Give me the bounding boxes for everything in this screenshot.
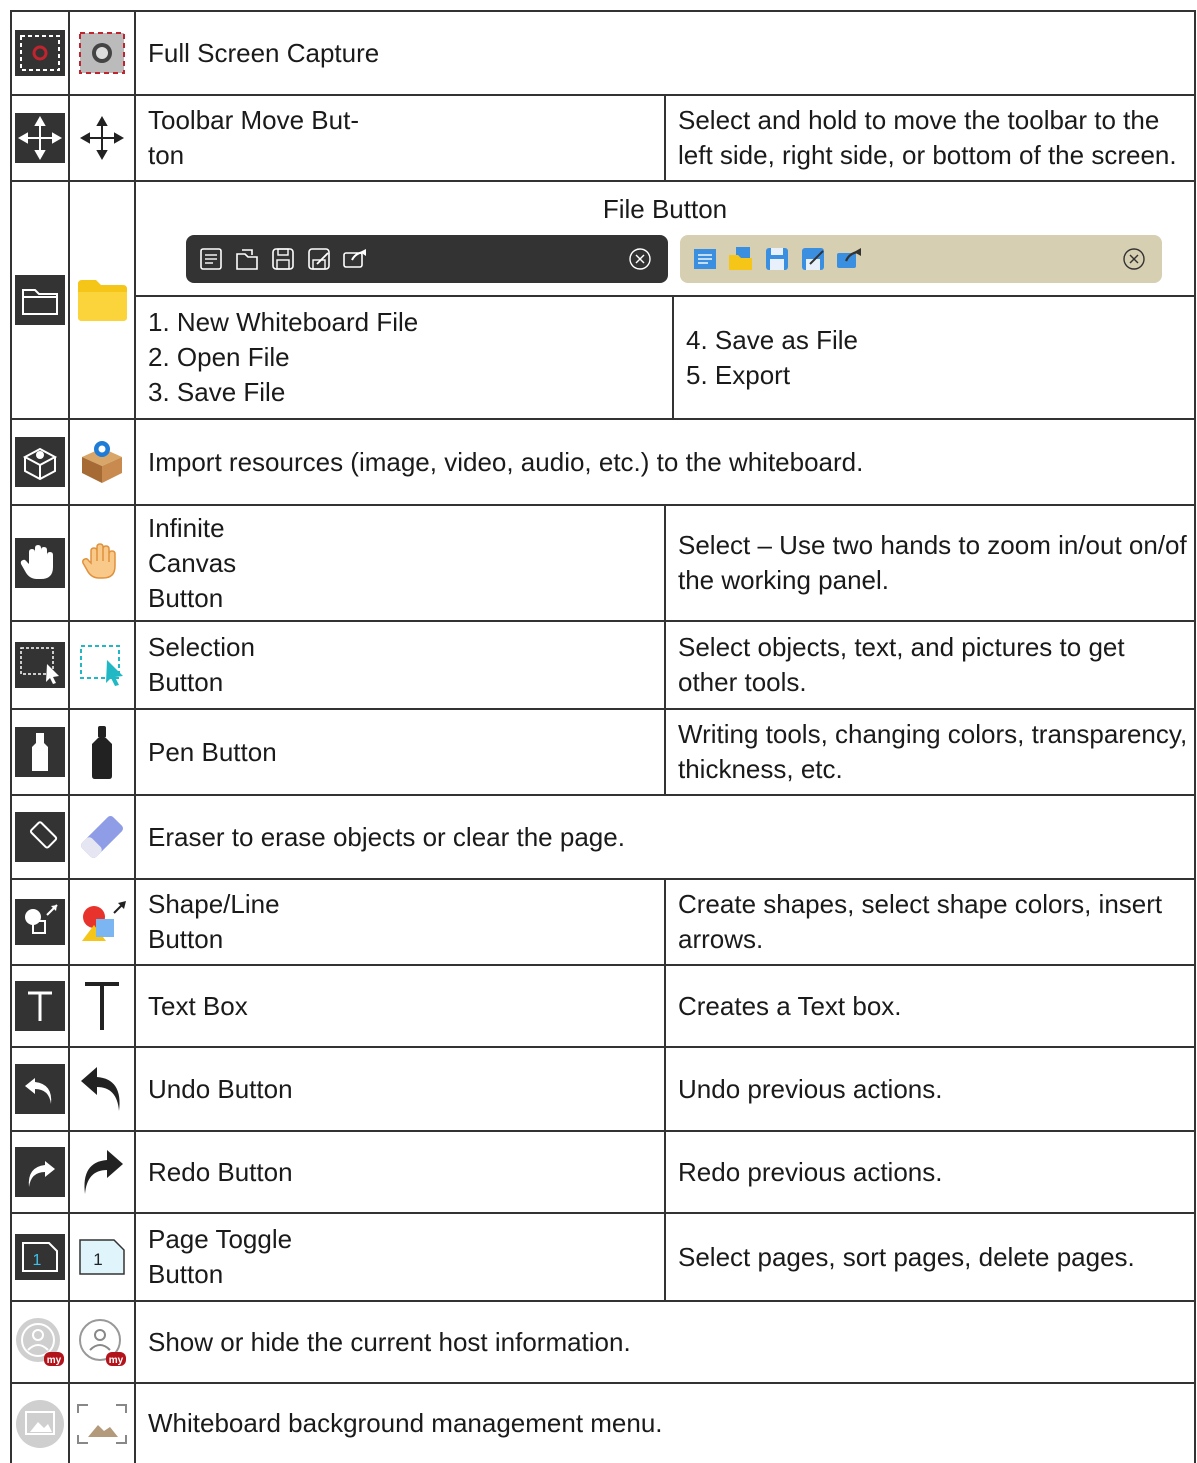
save-icon — [766, 248, 788, 270]
file-list-left: 1. New Whiteboard File 2. Open File 3. S… — [136, 297, 674, 418]
row-name: Pen Button — [135, 709, 666, 796]
open-file-icon — [729, 247, 752, 270]
row-description: Select – Use two hands to zoom in/out on… — [665, 505, 1196, 622]
row-title: Full Screen Capture — [135, 11, 1196, 96]
host-info-dark-icon: my — [11, 1301, 70, 1384]
list-item: 1. New Whiteboard File — [148, 307, 419, 337]
file-list-right: 4. Save as File 5. Export — [674, 297, 1194, 418]
close-icon[interactable] — [1122, 247, 1146, 271]
row-description: Redo previous actions. — [665, 1131, 1196, 1214]
table-row: Whiteboard background management menu. — [11, 1383, 1196, 1463]
row-name: Redo Button — [135, 1131, 666, 1214]
folder-outline-icon — [11, 181, 70, 420]
list-item: 2. Open File — [148, 342, 290, 372]
text-icon — [69, 965, 136, 1048]
open-file-icon — [236, 249, 258, 270]
background-icon — [69, 1383, 136, 1463]
eraser-dark-icon — [11, 795, 70, 880]
pen-icon — [69, 709, 136, 796]
table-row: my my Show or hide the current host info… — [11, 1301, 1196, 1384]
undo-dark-icon — [11, 1047, 70, 1132]
table-row: Undo Button Undo previous actions. — [11, 1047, 1196, 1132]
table-row: Infinite Canvas Button Select – Use two … — [11, 505, 1196, 622]
row-description: Creates a Text box. — [665, 965, 1196, 1048]
row-description: Select pages, sort pages, delete pages. — [665, 1213, 1196, 1302]
table-row: Pen Button Writing tools, changing color… — [11, 709, 1196, 796]
table-row: 1 1 Page Toggle Button Select pages, sor… — [11, 1213, 1196, 1302]
hand-color-icon — [69, 505, 136, 622]
table-row: Full Screen Capture — [11, 11, 1196, 96]
list-item: 5. Export — [686, 359, 791, 390]
page-color-icon: 1 — [69, 1213, 136, 1302]
table-row: Eraser to erase objects or clear the pag… — [11, 795, 1196, 880]
row-description: Select and hold to move the toolbar to t… — [665, 95, 1196, 182]
eraser-color-icon — [69, 795, 136, 880]
row-description: Create shapes, select shape colors, inse… — [665, 879, 1196, 966]
file-toolbar-color — [680, 235, 1162, 283]
svg-text:1: 1 — [93, 1250, 102, 1269]
row-name: Toolbar Move But- ton — [135, 95, 666, 182]
undo-icon — [69, 1047, 136, 1132]
export-icon — [343, 249, 367, 268]
new-file-icon — [200, 248, 222, 270]
svg-text:my: my — [47, 1355, 62, 1366]
move-arrows-dark-icon — [11, 95, 70, 182]
redo-icon — [69, 1131, 136, 1214]
shape-dark-icon — [11, 879, 70, 966]
import-box-color-icon — [69, 419, 136, 506]
text-dark-icon — [11, 965, 70, 1048]
row-name: Shape/Line Button — [135, 879, 666, 966]
background-dark-icon — [11, 1383, 70, 1463]
row-name: Undo Button — [135, 1047, 666, 1132]
row-description: Undo previous actions. — [665, 1047, 1196, 1132]
screen-capture-dark-icon — [11, 11, 70, 96]
table-row: Import resources (image, video, audio, e… — [11, 419, 1196, 506]
row-description: Import resources (image, video, audio, e… — [135, 419, 1196, 506]
folder-yellow-icon — [69, 181, 136, 420]
row-description: Eraser to erase objects or clear the pag… — [135, 795, 1196, 880]
move-arrows-icon — [69, 95, 136, 182]
export-icon — [837, 248, 861, 268]
screen-capture-color-icon — [69, 11, 136, 96]
svg-text:1: 1 — [33, 1252, 42, 1269]
row-name: Text Box — [135, 965, 666, 1048]
shape-color-icon — [69, 879, 136, 966]
host-info-icon: my — [69, 1301, 136, 1384]
save-as-icon — [308, 248, 330, 270]
table-row: Shape/Line Button Create shapes, select … — [11, 879, 1196, 966]
row-name: Page Toggle Button — [135, 1213, 666, 1302]
page-dark-icon: 1 — [11, 1213, 70, 1302]
row-name: Selection Button — [135, 621, 666, 710]
save-icon — [272, 248, 294, 270]
file-toolbar-dark — [186, 235, 668, 283]
table-row: File Button 1. New Whiteboard File 2. Op… — [11, 181, 1196, 420]
file-button-cell: File Button 1. New Whiteboard File 2. Op… — [135, 181, 1196, 420]
row-description: Show or hide the current host informatio… — [135, 1301, 1196, 1384]
list-item: 4. Save as File — [686, 324, 858, 355]
import-box-dark-icon — [11, 419, 70, 506]
row-description: Whiteboard background management menu. — [135, 1383, 1196, 1463]
row-name: Infinite Canvas Button — [135, 505, 666, 622]
row-description: Select objects, text, and pictures to ge… — [665, 621, 1196, 710]
svg-text:my: my — [109, 1355, 124, 1366]
redo-dark-icon — [11, 1131, 70, 1214]
hand-dark-icon — [11, 505, 70, 622]
close-icon[interactable] — [628, 247, 652, 271]
table-row: Redo Button Redo previous actions. — [11, 1131, 1196, 1214]
selection-dark-icon — [11, 621, 70, 710]
table-row: Text Box Creates a Text box. — [11, 965, 1196, 1048]
pen-dark-icon — [11, 709, 70, 796]
list-item: 3. Save File — [148, 377, 286, 407]
row-description: Writing tools, changing colors, transpar… — [665, 709, 1196, 796]
toolbar-reference-table: Full Screen Capture Toolbar Move But- to… — [10, 10, 1196, 1463]
selection-color-icon — [69, 621, 136, 710]
table-row: Selection Button Select objects, text, a… — [11, 621, 1196, 710]
file-button-title: File Button — [602, 194, 728, 224]
save-as-icon — [802, 248, 824, 270]
table-row: Toolbar Move But- ton Select and hold to… — [11, 95, 1196, 182]
new-file-icon — [694, 249, 716, 269]
